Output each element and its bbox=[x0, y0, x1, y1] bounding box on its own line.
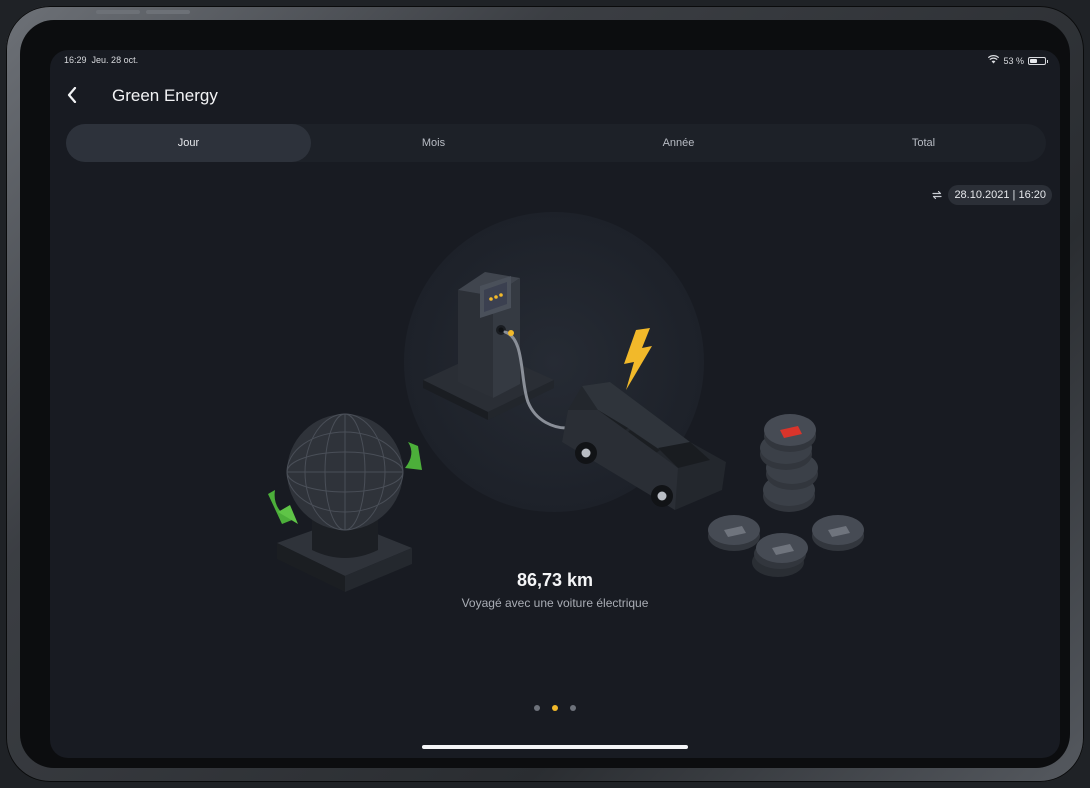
page-dot[interactable] bbox=[534, 705, 540, 711]
device-frame: 16:29 Jeu. 28 oct. 53 % Green Energy Jou… bbox=[6, 6, 1084, 782]
distance-value: 86,73 km bbox=[516, 570, 594, 590]
page-dot[interactable] bbox=[570, 705, 576, 711]
home-indicator[interactable] bbox=[422, 745, 688, 749]
coin-stack bbox=[708, 414, 864, 577]
globe-on-stand bbox=[268, 413, 422, 592]
distance-caption: Voyagé avec une voiture électrique bbox=[461, 596, 649, 610]
ev-illustration bbox=[268, 212, 864, 592]
page-dot-active[interactable] bbox=[552, 705, 558, 711]
volume-button bbox=[96, 10, 140, 14]
volume-button bbox=[146, 10, 190, 14]
app-screen: 16:29 Jeu. 28 oct. 53 % Green Energy Jou… bbox=[50, 50, 1060, 758]
page-indicator bbox=[50, 705, 1060, 711]
